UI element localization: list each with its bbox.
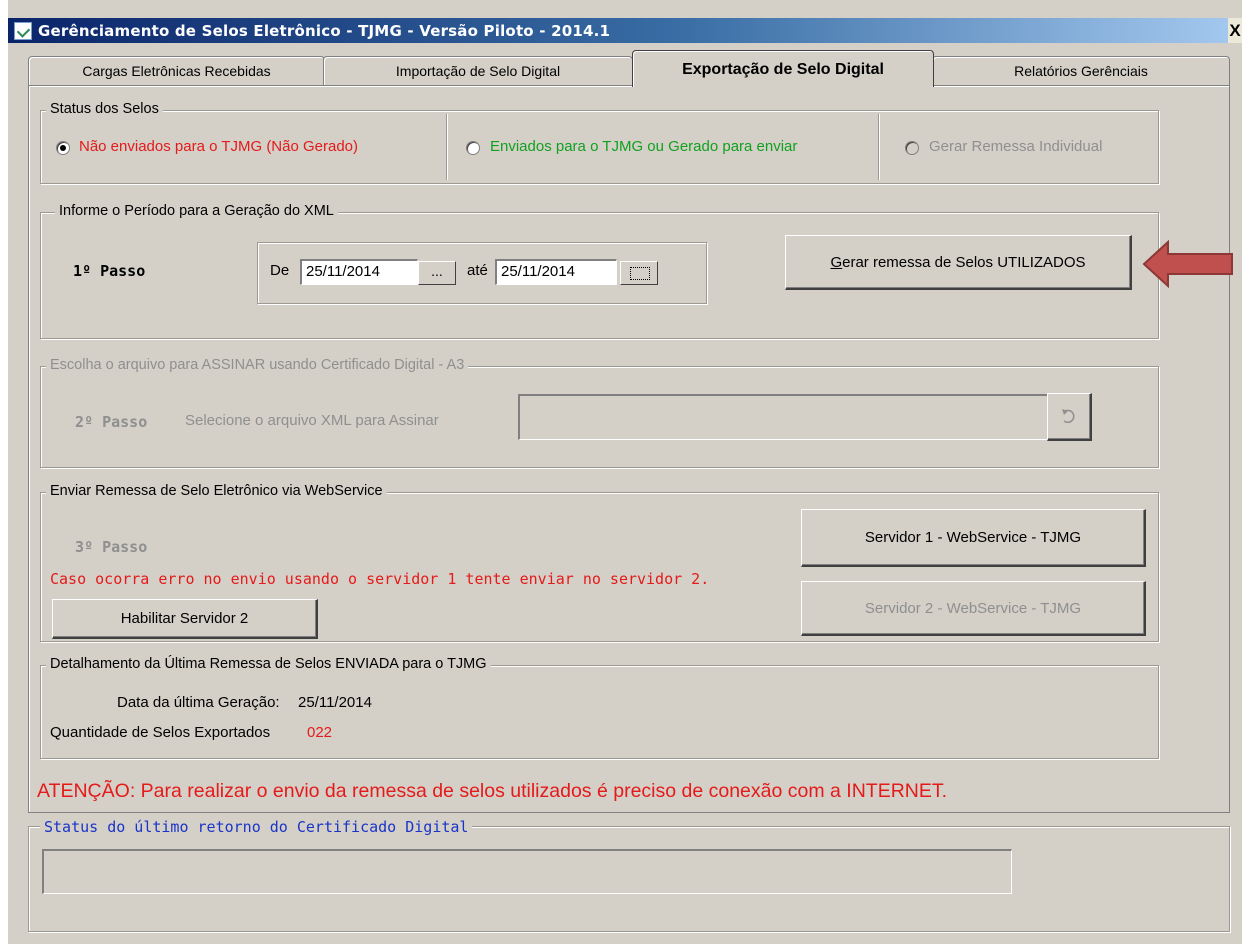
assinar-legend: Escolha o arquivo para ASSINAR usando Ce… (46, 357, 469, 373)
radio-enviados-label[interactable]: Enviados para o TJMG ou Gerado para envi… (490, 138, 797, 155)
radio-remessa-individual-label: Gerar Remessa Individual (929, 138, 1103, 155)
app-icon (14, 22, 32, 40)
webservice-warning: Caso ocorra erro no envio usando o servi… (50, 570, 710, 588)
refresh-icon (1047, 393, 1092, 441)
periodo-legend: Informe o Período para a Geração do XML (55, 203, 338, 219)
date-from-input[interactable]: 25/11/2014 (300, 259, 418, 285)
step-2-label: 2º Passo (75, 413, 148, 431)
divider (446, 114, 448, 180)
tab-cargas-eletronicas[interactable]: Cargas Eletrônicas Recebidas (28, 56, 325, 86)
internet-warning: ATENÇÃO: Para realizar o envio da remess… (37, 780, 948, 802)
window-title: Gerênciamento de Selos Eletrônico - TJMG… (38, 22, 611, 40)
date-to-input[interactable]: 25/11/2014 (495, 259, 617, 285)
tab-exportacao[interactable]: Exportação de Selo Digital (632, 50, 934, 87)
divider (878, 114, 880, 180)
radio-remessa-individual (905, 141, 919, 155)
ate-label: até (467, 262, 488, 279)
quantidade-selos-label: Quantidade de Selos Exportados (50, 724, 271, 741)
xml-file-input (518, 394, 1048, 440)
gerar-remessa-mnemonic: G (830, 253, 843, 271)
close-icon[interactable]: X (1228, 18, 1242, 43)
detalhamento-group (40, 665, 1159, 759)
certificado-legend: Status do último retorno do Certificado … (40, 818, 473, 836)
habilitar-servidor-2-button[interactable]: Habilitar Servidor 2 (52, 599, 318, 639)
servidor-1-button[interactable]: Servidor 1 - WebService - TJMG (801, 509, 1146, 567)
status-selos-legend: Status dos Selos (46, 101, 163, 117)
certificado-status-field (42, 849, 1012, 894)
step-1-label: 1º Passo (73, 262, 146, 280)
tab-relatorios[interactable]: Relatórios Gerênciais (932, 56, 1230, 86)
webservice-legend: Enviar Remessa de Selo Eletrônico via We… (46, 483, 387, 499)
radio-enviados[interactable] (466, 141, 480, 155)
de-label: De (270, 262, 290, 279)
data-ultima-geracao-value: 25/11/2014 (298, 694, 372, 711)
calendar-icon[interactable] (620, 261, 658, 285)
title-bar[interactable]: Gerênciamento de Selos Eletrônico - TJMG… (8, 18, 1242, 43)
gerar-remessa-label: erar remessa de Selos UTILIZADOS (842, 253, 1086, 271)
data-ultima-geracao-label: Data da última Geração: (117, 694, 280, 711)
radio-nao-enviados[interactable] (56, 141, 70, 155)
step-3-label: 3º Passo (75, 538, 148, 556)
quantidade-selos-value: 022 (307, 724, 333, 741)
gerar-remessa-button[interactable]: Gerar remessa de Selos UTILIZADOS (785, 235, 1132, 290)
radio-nao-enviados-label[interactable]: Não enviados para o TJMG (Não Gerado) (79, 138, 358, 155)
tab-importacao[interactable]: Importação de Selo Digital (323, 56, 633, 86)
left-arrow-icon (1142, 240, 1233, 288)
assinar-file-label: Selecione o arquivo XML para Assinar (185, 412, 439, 429)
servidor-2-button: Servidor 2 - WebService - TJMG (801, 581, 1146, 636)
date-from-picker-button[interactable]: ... (418, 261, 456, 285)
detalhamento-legend: Detalhamento da Última Remessa de Selos … (46, 656, 491, 672)
